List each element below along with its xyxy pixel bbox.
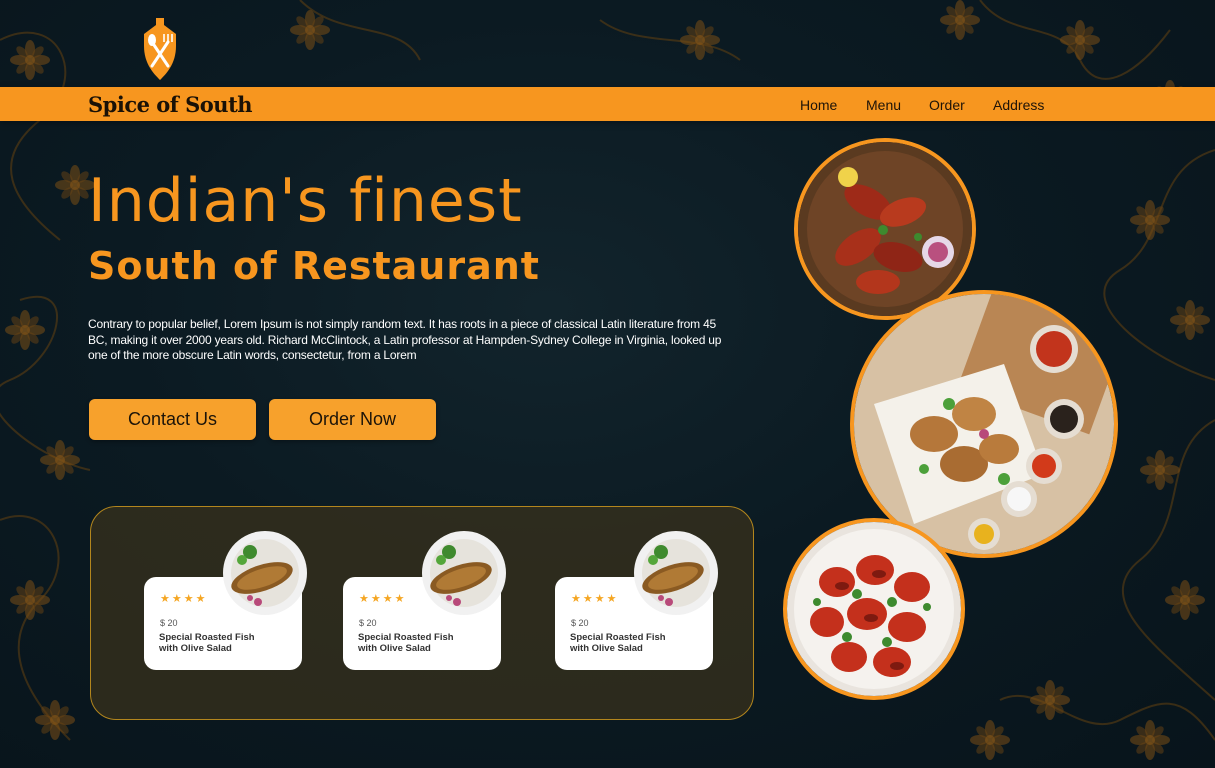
brand-name[interactable]: Spice of South bbox=[88, 92, 253, 117]
hero-description: Contrary to popular belief, Lorem Ipsum … bbox=[88, 317, 722, 362]
roasted-fish-image bbox=[634, 531, 718, 615]
dish-name: Special Roasted Fish with Olive Salad bbox=[570, 632, 666, 654]
hero-subtitle: South of Restaurant bbox=[88, 244, 540, 288]
star-rating: ★★★★ bbox=[571, 593, 619, 605]
grilled-chicken-platter-image bbox=[850, 290, 1118, 558]
roasted-fish-image bbox=[223, 531, 307, 615]
chef-spoon-fork-logo-icon bbox=[144, 18, 176, 80]
nav-home-link[interactable]: Home bbox=[800, 97, 837, 113]
hero-title: Indian's finest bbox=[88, 166, 523, 236]
roasted-fish-image bbox=[422, 531, 506, 615]
dish-name: Special Roasted Fish with Olive Salad bbox=[159, 632, 255, 654]
order-now-button[interactable]: Order Now bbox=[269, 399, 436, 440]
dish-price: $ 20 bbox=[359, 618, 377, 628]
contact-us-button[interactable]: Contact Us bbox=[89, 399, 256, 440]
nav-address-link[interactable]: Address bbox=[993, 97, 1044, 113]
star-rating: ★★★★ bbox=[160, 593, 208, 605]
star-rating: ★★★★ bbox=[359, 593, 407, 605]
dish-price: $ 20 bbox=[160, 618, 178, 628]
dish-name: Special Roasted Fish with Olive Salad bbox=[358, 632, 454, 654]
tandoori-chicken-image bbox=[794, 138, 976, 320]
nav-order-link[interactable]: Order bbox=[929, 97, 965, 113]
nav-menu-link[interactable]: Menu bbox=[866, 97, 901, 113]
dish-price: $ 20 bbox=[571, 618, 589, 628]
chicken-tikka-image bbox=[783, 518, 965, 700]
